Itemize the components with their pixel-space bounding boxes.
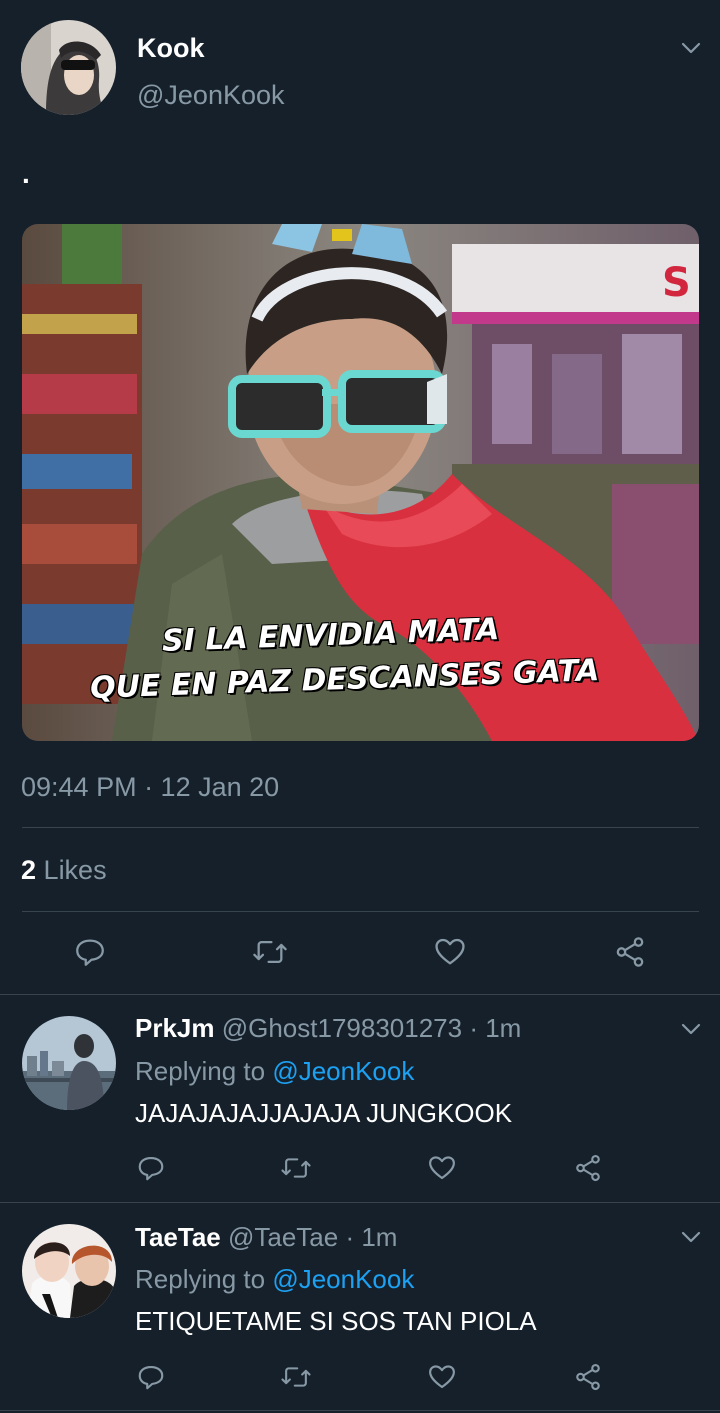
author-avatar[interactable] <box>21 20 116 115</box>
reply-avatar[interactable] <box>22 1016 116 1110</box>
retweet-icon[interactable] <box>278 1359 314 1395</box>
chevron-down-icon[interactable] <box>680 1226 702 1248</box>
tweet-text: . <box>22 158 30 189</box>
reply-icon[interactable] <box>133 1150 169 1186</box>
heart-icon[interactable] <box>424 1359 460 1395</box>
share-icon[interactable] <box>570 1150 606 1186</box>
reply-handle[interactable]: @TaeTae <box>228 1222 338 1252</box>
share-icon[interactable] <box>570 1359 606 1395</box>
replying-to: Replying to @JeonKook <box>135 1056 414 1087</box>
retweet-icon[interactable] <box>250 932 290 972</box>
tweet-image[interactable]: S SI LA ENVIDIA MATA QUE EN PAZ DESCANSE… <box>22 224 699 741</box>
chevron-down-icon[interactable] <box>680 37 702 59</box>
reply-text: ETIQUETAME SI SOS TAN PIOLA <box>135 1306 537 1336</box>
share-icon[interactable] <box>610 932 650 972</box>
reply-icon[interactable] <box>70 932 110 972</box>
divider <box>0 1410 720 1411</box>
reply-text: JAJAJAJAJJAJAJA JUNGKOOK <box>135 1098 513 1128</box>
replying-to-link[interactable]: @JeonKook <box>272 1056 414 1086</box>
likes-count: 2 <box>21 855 37 885</box>
svg-text:S: S <box>662 260 691 306</box>
divider <box>0 994 720 995</box>
chevron-down-icon[interactable] <box>680 1018 702 1040</box>
reply-icon[interactable] <box>133 1359 169 1395</box>
reply-handle[interactable]: @Ghost1798301273 <box>222 1013 462 1043</box>
reply-avatar[interactable] <box>22 1224 116 1318</box>
replying-to-link[interactable]: @JeonKook <box>272 1264 414 1294</box>
author-handle[interactable]: @JeonKook <box>137 80 285 111</box>
retweet-icon[interactable] <box>278 1150 314 1186</box>
replying-to: Replying to @JeonKook <box>135 1264 414 1295</box>
divider <box>22 827 699 828</box>
replying-to-label: Replying to <box>135 1056 266 1086</box>
reply-header: PrkJm @Ghost1798301273 · 1m <box>135 1013 521 1044</box>
reply-display-name[interactable]: PrkJm <box>135 1013 215 1043</box>
author-display-name[interactable]: Kook <box>137 33 205 64</box>
divider <box>0 1202 720 1203</box>
reply-time[interactable]: · 1m <box>345 1222 397 1252</box>
tweet-timestamp[interactable]: 09:44 PM · 12 Jan 20 <box>21 772 279 803</box>
divider <box>22 911 699 912</box>
reply-time[interactable]: · 1m <box>469 1013 521 1043</box>
heart-icon[interactable] <box>424 1150 460 1186</box>
likes-label: Likes <box>43 855 107 885</box>
reply-header: TaeTae @TaeTae · 1m <box>135 1222 397 1253</box>
heart-icon[interactable] <box>430 932 470 972</box>
likes-stat[interactable]: 2 Likes <box>21 855 107 886</box>
replying-to-label: Replying to <box>135 1264 266 1294</box>
reply-display-name[interactable]: TaeTae <box>135 1222 221 1252</box>
